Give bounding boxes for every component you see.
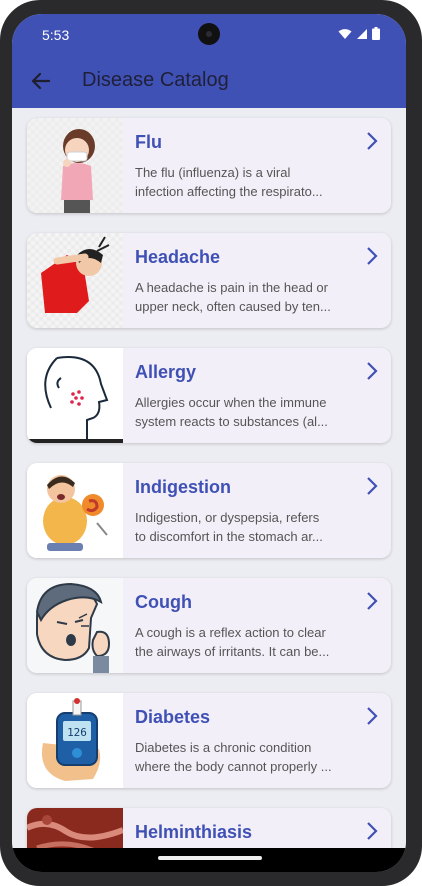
wifi-icon (338, 28, 352, 39)
disease-card-headache[interactable]: Headache A headache is pain in the head … (27, 233, 391, 328)
status-bar: 5:53 (12, 14, 406, 54)
chevron-right-icon (367, 132, 378, 150)
disease-card-helminthiasis[interactable]: Helminthiasis (27, 808, 391, 848)
chevron-right-icon (367, 477, 378, 495)
disease-description: Allergies occur when the immune system r… (135, 395, 328, 429)
disease-description: A headache is pain in the head or upper … (135, 280, 331, 314)
page-title: Disease Catalog (82, 69, 229, 91)
battery-icon (372, 27, 380, 40)
phone-frame: 5:53 Disease Catalog Flu The flu (influe… (0, 0, 422, 886)
screen: 5:53 Disease Catalog Flu The flu (influe… (12, 14, 406, 872)
disease-title: Diabetes (135, 707, 211, 727)
chevron-right-icon (367, 247, 378, 265)
disease-card-diabetes[interactable]: 126 Diabetes Diabetes is a chronic condi… (27, 693, 391, 788)
helminthiasis-thumbnail (27, 808, 123, 848)
chevron-right-icon (367, 822, 378, 840)
cough-thumbnail (27, 578, 123, 673)
diabetes-thumbnail: 126 (27, 693, 123, 788)
indigestion-thumbnail (27, 463, 123, 558)
disease-description: A cough is a reflex action to clear the … (135, 625, 330, 659)
disease-card-indigestion[interactable]: Indigestion Indigestion, or dyspepsia, r… (27, 463, 391, 558)
disease-card-cough[interactable]: Cough A cough is a reflex action to clea… (27, 578, 391, 673)
disease-description: The flu (influenza) is a viral infection… (135, 165, 323, 199)
disease-description: Indigestion, or dyspepsia, refers to dis… (135, 510, 323, 544)
system-icons (338, 27, 380, 40)
disease-description: Diabetes is a chronic condition where th… (135, 740, 332, 774)
disease-title: Flu (135, 132, 162, 152)
allergy-thumbnail (27, 348, 123, 443)
disease-title: Allergy (135, 362, 197, 382)
back-arrow-icon[interactable] (28, 68, 54, 94)
disease-title: Cough (135, 592, 192, 612)
navigation-bar (12, 848, 406, 872)
chevron-right-icon (367, 592, 378, 610)
glucose-reading: 126 (67, 726, 87, 739)
disease-title: Helminthiasis (135, 822, 253, 842)
chevron-right-icon (367, 707, 378, 725)
chevron-right-icon (367, 362, 378, 380)
app-bar: Disease Catalog (12, 54, 406, 108)
headache-thumbnail (27, 233, 123, 328)
disease-title: Headache (135, 247, 221, 267)
disease-list: Flu The flu (influenza) is a viral infec… (12, 108, 406, 848)
status-time: 5:53 (42, 27, 70, 43)
flu-thumbnail (27, 118, 123, 213)
signal-icon (357, 28, 367, 39)
disease-title: Indigestion (135, 477, 231, 497)
disease-card-flu[interactable]: Flu The flu (influenza) is a viral infec… (27, 118, 391, 213)
home-gesture-handle[interactable] (158, 856, 262, 860)
camera-cutout (198, 23, 220, 45)
disease-card-allergy[interactable]: Allergy Allergies occur when the immune … (27, 348, 391, 443)
